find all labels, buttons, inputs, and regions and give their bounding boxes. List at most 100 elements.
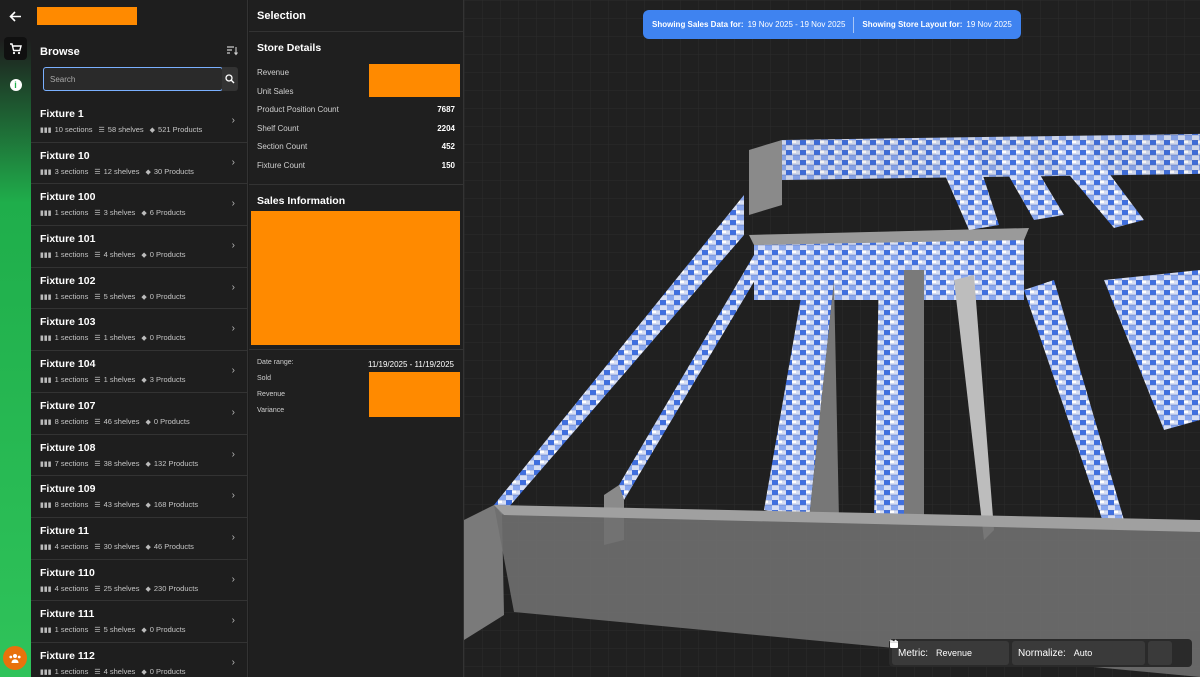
fixture-meta: ▮▮▮ 1 sections ☰ 4 shelves ◆ 0 Products [40, 667, 186, 676]
columns-icon: ▮▮▮ [40, 585, 52, 593]
search-input[interactable] [43, 67, 223, 91]
chevron-right-icon: › [231, 490, 235, 502]
fixture-name: Fixture 109 [40, 483, 96, 496]
users-icon[interactable] [3, 646, 27, 670]
list-item[interactable]: Fixture 110 ▮▮▮ 4 sections ☰ 25 shelves ◆ 230 … [31, 560, 247, 602]
info-icon[interactable]: i [4, 73, 27, 96]
sections-count: 1 sections [54, 333, 89, 343]
sort-icon[interactable] [227, 45, 238, 59]
products-meta: ◆ 0 Products [141, 292, 185, 301]
products-meta: ◆ 0 Products [141, 667, 185, 676]
calendar-icon[interactable] [890, 640, 1172, 665]
list-item[interactable]: Fixture 111 ▮▮▮ 1 sections ☰ 5 shelves ◆ 0 Pro… [31, 601, 247, 643]
metric-select[interactable]: Metric: Revenue [889, 639, 1009, 665]
list-item[interactable]: Fixture 101 ▮▮▮ 1 sections ☰ 4 shelves ◆ 0 Pro… [31, 226, 247, 268]
sections-count: 1 sections [54, 375, 89, 385]
shelves-count: 25 shelves [103, 583, 140, 593]
shelves-meta: ☰ 25 shelves [94, 584, 139, 593]
products-count: 0 Products [149, 666, 186, 676]
shelf-value: 2204 [437, 124, 455, 133]
section-label: Section Count [257, 142, 308, 151]
chevron-right-icon: › [231, 656, 235, 668]
list-item[interactable]: Fixture 103 ▮▮▮ 1 sections ☰ 1 shelves ◆ 0 Pro… [31, 309, 247, 352]
list-item[interactable]: Fixture 112 ▮▮▮ 1 sections ☰ 4 shelves ◆ 0 Pro… [31, 643, 247, 677]
fixture-name: Fixture 107 [40, 399, 96, 412]
info-glyph: i [9, 78, 22, 91]
sections-meta: ▮▮▮ 1 sections [40, 375, 88, 384]
divider [249, 349, 464, 350]
store-3d-view[interactable]: Showing Sales Data for: 19 Nov 2025 - 19… [464, 0, 1200, 677]
tag-icon: ◆ [149, 127, 156, 134]
products-meta: ◆ 230 Products [145, 584, 198, 593]
list-item[interactable]: Fixture 10 ▮▮▮ 3 sections ☰ 12 shelves ◆ 30 Pr… [31, 143, 247, 185]
shelf-label: Shelf Count [257, 124, 299, 133]
list-item[interactable]: Fixture 107 ▮▮▮ 8 sections ☰ 46 shelves ◆ 0 Pr… [31, 393, 247, 435]
sections-count: 1 sections [54, 208, 89, 218]
search-icon[interactable] [222, 67, 238, 91]
revenue-label-2: Revenue [257, 391, 286, 398]
selection-title: Selection [257, 10, 306, 22]
list-item[interactable]: Fixture 100 ▮▮▮ 1 sections ☰ 3 shelves ◆ 6 Pro… [31, 184, 247, 227]
shelf-count-row: Shelf Count 2204 [257, 124, 455, 133]
normalize-label: Normalize: [1018, 647, 1066, 659]
tag-icon: ◆ [141, 668, 147, 676]
cart-icon[interactable] [4, 37, 27, 60]
chevron-right-icon: › [231, 281, 235, 293]
shelves-count: 3 shelves [103, 208, 136, 218]
products-meta: ◆ 0 Products [141, 625, 185, 634]
products-meta: ◆ 3 Products [141, 375, 185, 384]
fixture-shape[interactable] [874, 270, 904, 520]
fixture-meta: ▮▮▮ 1 sections ☰ 1 shelves ◆ 3 Products [40, 375, 186, 384]
arrow-left-icon[interactable] [4, 5, 27, 28]
chevron-right-icon: › [231, 406, 235, 418]
shelves-icon: ☰ [94, 460, 101, 468]
list-item[interactable]: Fixture 108 ▮▮▮ 7 sections ☰ 38 shelves ◆ 132 … [31, 435, 247, 477]
list-item[interactable]: Fixture 102 ▮▮▮ 1 sections ☰ 5 shelves ◆ 0 Pro… [31, 268, 247, 310]
shelves-count: 12 shelves [103, 166, 140, 176]
columns-icon: ▮▮▮ [40, 668, 52, 676]
sold-label: Sold [257, 375, 272, 382]
shelves-meta: ☰ 46 shelves [94, 417, 139, 426]
shelves-meta: ☰ 58 shelves [99, 125, 144, 134]
redacted-sales-chart [251, 211, 460, 345]
chevron-right-icon: › [231, 365, 235, 377]
browse-panel: Browse Fixture 1▮▮▮10 sections☰58 shelve… [31, 0, 248, 677]
products-meta: ◆ 132 Products [145, 459, 198, 468]
tag-icon: ◆ [141, 293, 147, 301]
fixture-shape[interactable] [904, 270, 924, 525]
store-3d-canvas[interactable] [464, 0, 1200, 677]
sections-count: 1 sections [54, 625, 89, 635]
fixture-shape[interactable] [749, 140, 782, 215]
products-meta: ◆ 46 Products [145, 542, 193, 551]
fixture-name: Fixture 10 [40, 149, 90, 162]
fixture-meta: ▮▮▮ 1 sections ☰ 4 shelves ◆ 0 Products [40, 250, 186, 259]
shelves-icon: ☰ [94, 293, 101, 301]
shelves-icon: ☰ [94, 627, 101, 635]
list-item[interactable]: Fixture 1 ▮▮▮ 10 sections ☰ 58 shelves ◆ 521 P… [31, 101, 247, 143]
tag-icon: ◆ [145, 418, 151, 426]
list-item[interactable]: Fixture 109 ▮▮▮ 8 sections ☰ 43 shelves ◆ 168 … [31, 476, 247, 518]
list-item[interactable]: Fixture 104 ▮▮▮ 1 sections ☰ 1 shelves ◆ 3 Pro… [31, 351, 247, 393]
fixture-name: Fixture 11 [40, 524, 90, 537]
sections-count: 1 sections [54, 250, 89, 260]
chevron-right-icon: › [231, 448, 235, 460]
shelves-meta: ☰ 5 shelves [94, 292, 135, 301]
tag-icon: ◆ [145, 543, 151, 551]
metric-label: Metric: [898, 647, 928, 659]
shelves-meta: ☰ 12 shelves [94, 167, 139, 176]
fixture-name: Fixture 112 [40, 649, 95, 662]
shelves-count: 4 shelves [103, 250, 136, 260]
tag-icon: ◆ [141, 335, 147, 343]
sections-meta: ▮▮▮ 7 sections [40, 459, 88, 468]
variance-label: Variance [257, 407, 285, 414]
products-meta: ◆ 0 Products [141, 250, 185, 259]
list-item[interactable]: Fixture 11 ▮▮▮ 4 sections ☰ 30 shelves ◆ 46 Pr… [31, 518, 247, 560]
normalize-select[interactable]: Normalize: Auto [889, 639, 1145, 665]
store-layout-label: Showing Store Layout for: [862, 20, 963, 29]
metric-value: Revenue [936, 648, 973, 658]
shelves-meta: ☰ 3 shelves [94, 208, 135, 217]
sections-count: 8 sections [54, 500, 89, 510]
sections-meta: ▮▮▮ 1 sections [40, 333, 88, 342]
fixture-meta: ▮▮▮ 1 sections ☰ 3 shelves ◆ 6 Products [40, 208, 186, 217]
products-meta: ◆ 30 Products [145, 167, 193, 176]
